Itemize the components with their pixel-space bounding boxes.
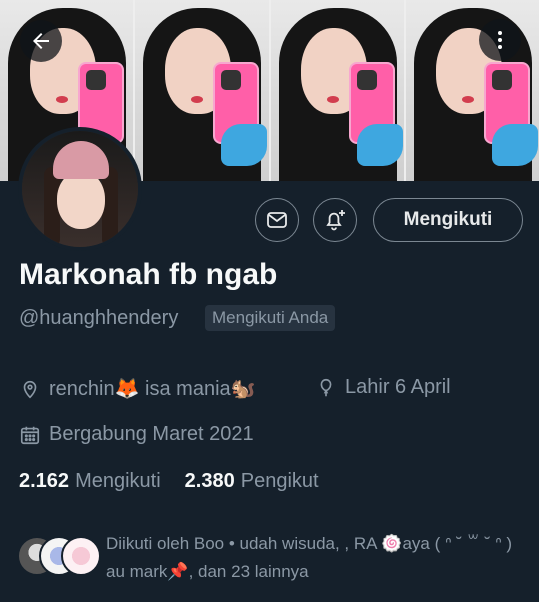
follows-you-badge: Mengikuti Anda: [205, 305, 336, 331]
location-pin-icon: [23, 380, 37, 398]
more-options-button[interactable]: [479, 19, 521, 61]
followed-by-text[interactable]: Diikuti oleh Boo • udah wisuda, , RA 🍥ay…: [106, 530, 531, 586]
followers-count: 2.380: [184, 470, 235, 492]
balloon-icon: [320, 378, 332, 396]
following-button[interactable]: Mengikuti: [373, 198, 523, 242]
profile-joined: Bergabung Maret 2021: [19, 423, 254, 446]
bell-plus-icon: [326, 210, 345, 231]
birthday-text: Lahir 6 April: [345, 376, 451, 398]
mutual-avatar: [61, 536, 101, 576]
profile-location: renchin🦊 isa mania🐿️: [19, 376, 256, 401]
profile-birthday: Lahir 6 April: [315, 376, 451, 399]
followers-label: Pengikut: [240, 470, 319, 492]
profile-handle: @huanghhendery: [19, 307, 179, 329]
message-button[interactable]: [255, 198, 299, 242]
following-count: 2.162: [19, 470, 70, 492]
banner-photo-3: [270, 0, 406, 181]
mutual-followers-avatars[interactable]: [17, 536, 101, 576]
banner-photo-2: [135, 0, 271, 181]
profile-name: Markonah fb ngab: [19, 258, 278, 291]
arrow-left-icon: [33, 33, 49, 49]
more-vertical-icon: [498, 31, 502, 49]
profile-avatar[interactable]: [18, 127, 142, 251]
mail-icon: [267, 212, 287, 228]
calendar-icon: [20, 426, 40, 444]
following-stat[interactable]: 2.162 Mengikuti: [19, 470, 161, 493]
followers-stat[interactable]: 2.380 Pengikut: [185, 470, 319, 493]
joined-text: Bergabung Maret 2021: [49, 423, 254, 445]
back-button[interactable]: [20, 20, 62, 62]
following-label: Mengikuti: [75, 470, 161, 492]
profile-stats: 2.162 Mengikuti 2.380 Pengikut: [19, 470, 319, 493]
banner-photo-4: [405, 0, 539, 181]
location-text: renchin🦊 isa mania🐿️: [49, 378, 256, 400]
notifications-button[interactable]: [313, 198, 357, 242]
